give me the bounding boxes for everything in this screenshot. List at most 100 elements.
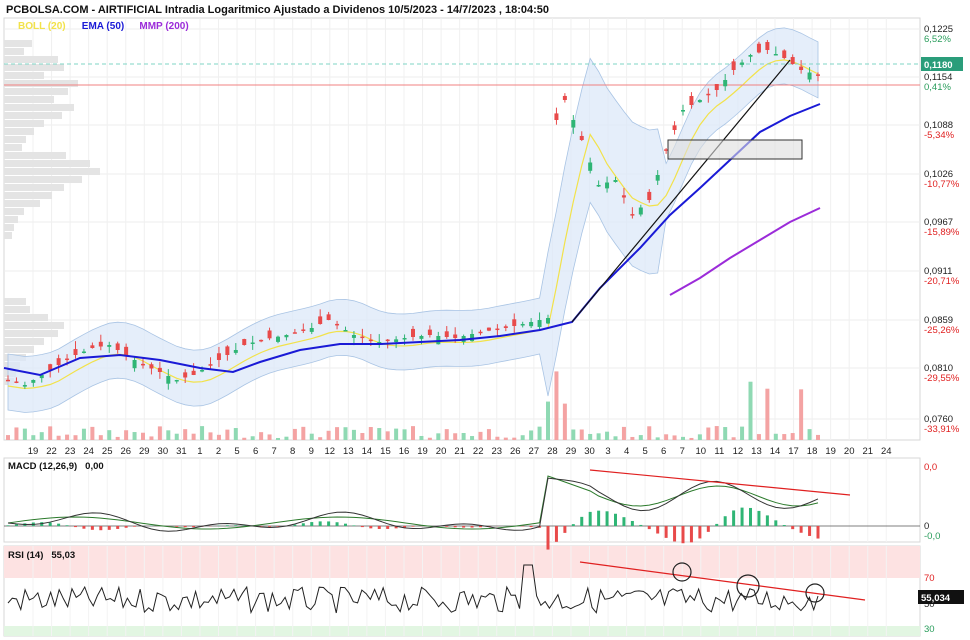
legend-entry: MMP (200) xyxy=(139,21,188,32)
x-tick-label: 21 xyxy=(862,446,873,457)
volume-bar xyxy=(748,381,753,440)
candle-body xyxy=(402,338,407,340)
candle-body xyxy=(503,326,508,328)
candle-body xyxy=(478,331,483,334)
volume-profile-bar xyxy=(4,144,22,151)
legend-entry: BOLL (20) xyxy=(18,21,66,32)
macd-histogram-bar xyxy=(656,526,660,534)
macd-histogram-bar xyxy=(183,526,187,528)
price-tick-pct: -15,89% xyxy=(924,227,960,238)
candle-body xyxy=(73,349,78,355)
candle-body xyxy=(318,316,323,324)
macd-histogram-bar xyxy=(749,507,752,526)
volume-profile-bar xyxy=(4,232,12,239)
macd-histogram-bar xyxy=(588,511,592,526)
volume-profile-bar xyxy=(4,322,64,329)
candle-body xyxy=(773,54,778,56)
x-tick-label: 6 xyxy=(661,446,666,457)
candle-body xyxy=(65,358,70,361)
candle-body xyxy=(790,57,795,64)
volume-bar xyxy=(799,389,804,440)
x-tick-label: 16 xyxy=(399,446,410,457)
candle-body xyxy=(250,342,255,344)
macd-histogram-bar xyxy=(293,524,297,526)
macd-histogram-bar xyxy=(698,526,702,539)
volume-bar xyxy=(56,435,61,440)
macd-histogram-bar xyxy=(816,526,820,539)
chart-legend: BOLL (20) EMA (50) MMP (200) xyxy=(18,21,189,32)
volume-bar xyxy=(756,434,761,440)
candle-body xyxy=(655,175,660,181)
macd-histogram-bar xyxy=(791,526,795,530)
volume-bar xyxy=(613,436,618,440)
macd-histogram-bar xyxy=(344,523,347,526)
candle-body xyxy=(276,336,280,342)
macd-tick-top: 0,0 xyxy=(924,462,937,473)
x-tick-label: 19 xyxy=(825,446,836,457)
candle-body xyxy=(723,80,728,87)
volume-profile-bar xyxy=(4,200,40,207)
candle-body xyxy=(56,358,61,365)
macd-histogram-bar xyxy=(74,526,77,528)
candle-body xyxy=(284,335,289,338)
rsi-tick-70: 70 xyxy=(924,573,935,584)
volume-profile-bar xyxy=(4,330,58,337)
macd-tick-bottom: -0,0 xyxy=(924,531,940,542)
x-tick-label: 31 xyxy=(176,446,187,457)
x-tick-label: 30 xyxy=(584,446,595,457)
volume-bar xyxy=(309,433,314,440)
candle-body xyxy=(571,120,576,128)
volume-profile-bar xyxy=(4,314,48,321)
candle-body xyxy=(554,113,559,120)
candle-body xyxy=(782,50,787,58)
candle-body xyxy=(605,182,610,189)
macd-histogram-bar xyxy=(116,526,120,529)
volume-bar xyxy=(731,437,736,440)
candle-body xyxy=(183,372,188,378)
price-tick-pct: -29,55% xyxy=(924,373,960,384)
macd-histogram-bar xyxy=(133,526,137,527)
volume-bar xyxy=(444,429,449,440)
x-tick-label: 26 xyxy=(120,446,131,457)
x-tick-label: 19 xyxy=(28,446,39,457)
macd-histogram-bar xyxy=(529,526,533,528)
volume-bar xyxy=(141,432,145,440)
volume-bar xyxy=(318,437,323,440)
x-tick-label: 1 xyxy=(197,446,202,457)
candle-body xyxy=(681,110,685,112)
volume-bar xyxy=(706,427,711,440)
x-tick-label: 30 xyxy=(158,446,169,457)
macd-histogram-bar xyxy=(310,522,314,526)
volume-bar xyxy=(807,429,812,440)
macd-histogram-bar xyxy=(327,521,331,526)
volume-bar xyxy=(166,430,171,440)
macd-histogram-bar xyxy=(470,526,474,528)
macd-histogram-bar xyxy=(647,526,651,530)
volume-bar xyxy=(351,429,356,440)
x-tick-label: 15 xyxy=(380,446,391,457)
candle-body xyxy=(166,376,171,384)
macd-histogram-bar xyxy=(546,526,550,550)
candle-body xyxy=(588,162,593,171)
x-tick-label: 29 xyxy=(139,446,150,457)
x-tick-label: 8 xyxy=(290,446,295,457)
candle-body xyxy=(233,350,238,353)
x-tick-label: 2 xyxy=(216,446,221,457)
candle-body xyxy=(697,100,702,103)
volume-bar xyxy=(385,431,390,440)
candle-body xyxy=(200,370,205,372)
volume-bar xyxy=(723,427,728,440)
candle-body xyxy=(520,324,525,326)
macd-histogram-bar xyxy=(6,525,10,526)
volume-bar xyxy=(503,437,508,440)
volume-bar xyxy=(292,428,297,440)
candle-body xyxy=(672,125,677,130)
macd-histogram-bar xyxy=(90,526,94,530)
x-tick-label: 10 xyxy=(696,446,707,457)
candle-body xyxy=(546,318,550,324)
volume-bar xyxy=(470,436,475,440)
macd-histogram-bar xyxy=(673,526,677,542)
volume-bar xyxy=(200,426,205,440)
volume-bar xyxy=(638,435,643,440)
volume-bar xyxy=(486,429,491,440)
